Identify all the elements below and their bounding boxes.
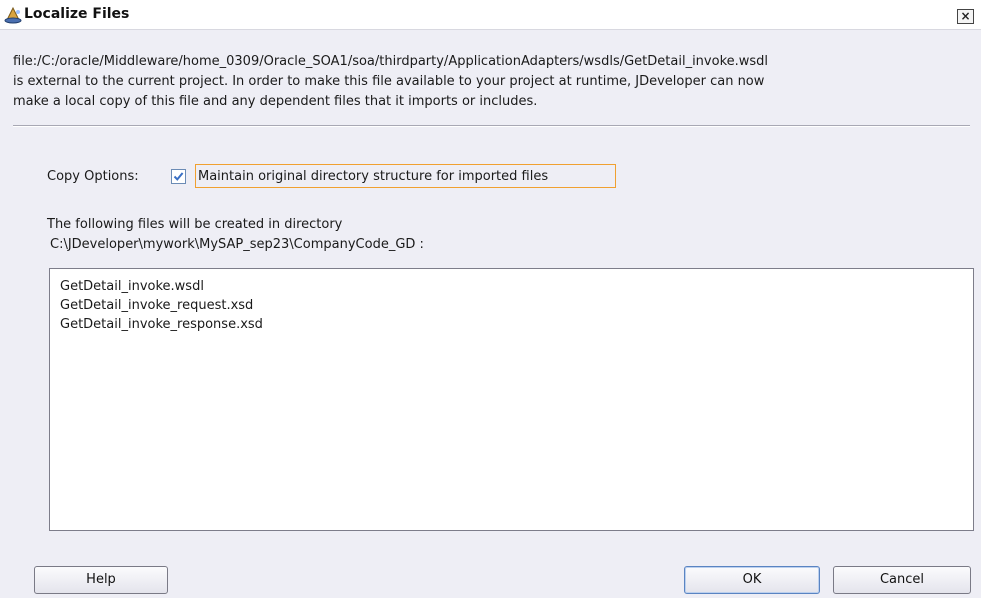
list-item[interactable]: GetDetail_invoke.wsdl	[60, 278, 204, 296]
maintain-structure-label: Maintain original directory structure fo…	[198, 169, 549, 184]
external-file-message: file:/C:/oracle/Middleware/home_0309/Ora…	[13, 52, 973, 112]
close-button[interactable]: ×	[957, 9, 974, 24]
maintain-structure-focus[interactable]: Maintain original directory structure fo…	[195, 164, 616, 188]
list-item[interactable]: GetDetail_invoke_response.xsd	[60, 316, 263, 334]
copy-options-label: Copy Options:	[47, 169, 139, 184]
title-bar: Localize Files ×	[0, 0, 981, 30]
message-line-3: make a local copy of this file and any d…	[13, 94, 538, 109]
help-button[interactable]: Help	[34, 566, 168, 594]
message-line-2: is external to the current project. In o…	[13, 74, 765, 89]
cancel-button[interactable]: Cancel	[833, 566, 971, 594]
message-line-1: file:/C:/oracle/Middleware/home_0309/Ora…	[13, 54, 769, 69]
separator	[13, 125, 970, 127]
directory-intro: The following files will be created in d…	[47, 217, 343, 232]
list-item[interactable]: GetDetail_invoke_request.xsd	[60, 297, 253, 315]
wizard-hat-icon	[4, 6, 24, 24]
ok-button[interactable]: OK	[684, 566, 820, 594]
close-icon: ×	[960, 9, 971, 23]
window-title: Localize Files	[24, 6, 130, 22]
maintain-structure-checkbox[interactable]	[171, 169, 186, 184]
directory-path: C:\JDeveloper\mywork\MySAP_sep23\Company…	[50, 237, 424, 252]
localize-files-dialog: Localize Files × file:/C:/oracle/Middlew…	[0, 0, 981, 598]
checkmark-icon	[173, 172, 184, 181]
file-list[interactable]: GetDetail_invoke.wsdl GetDetail_invoke_r…	[49, 268, 974, 531]
